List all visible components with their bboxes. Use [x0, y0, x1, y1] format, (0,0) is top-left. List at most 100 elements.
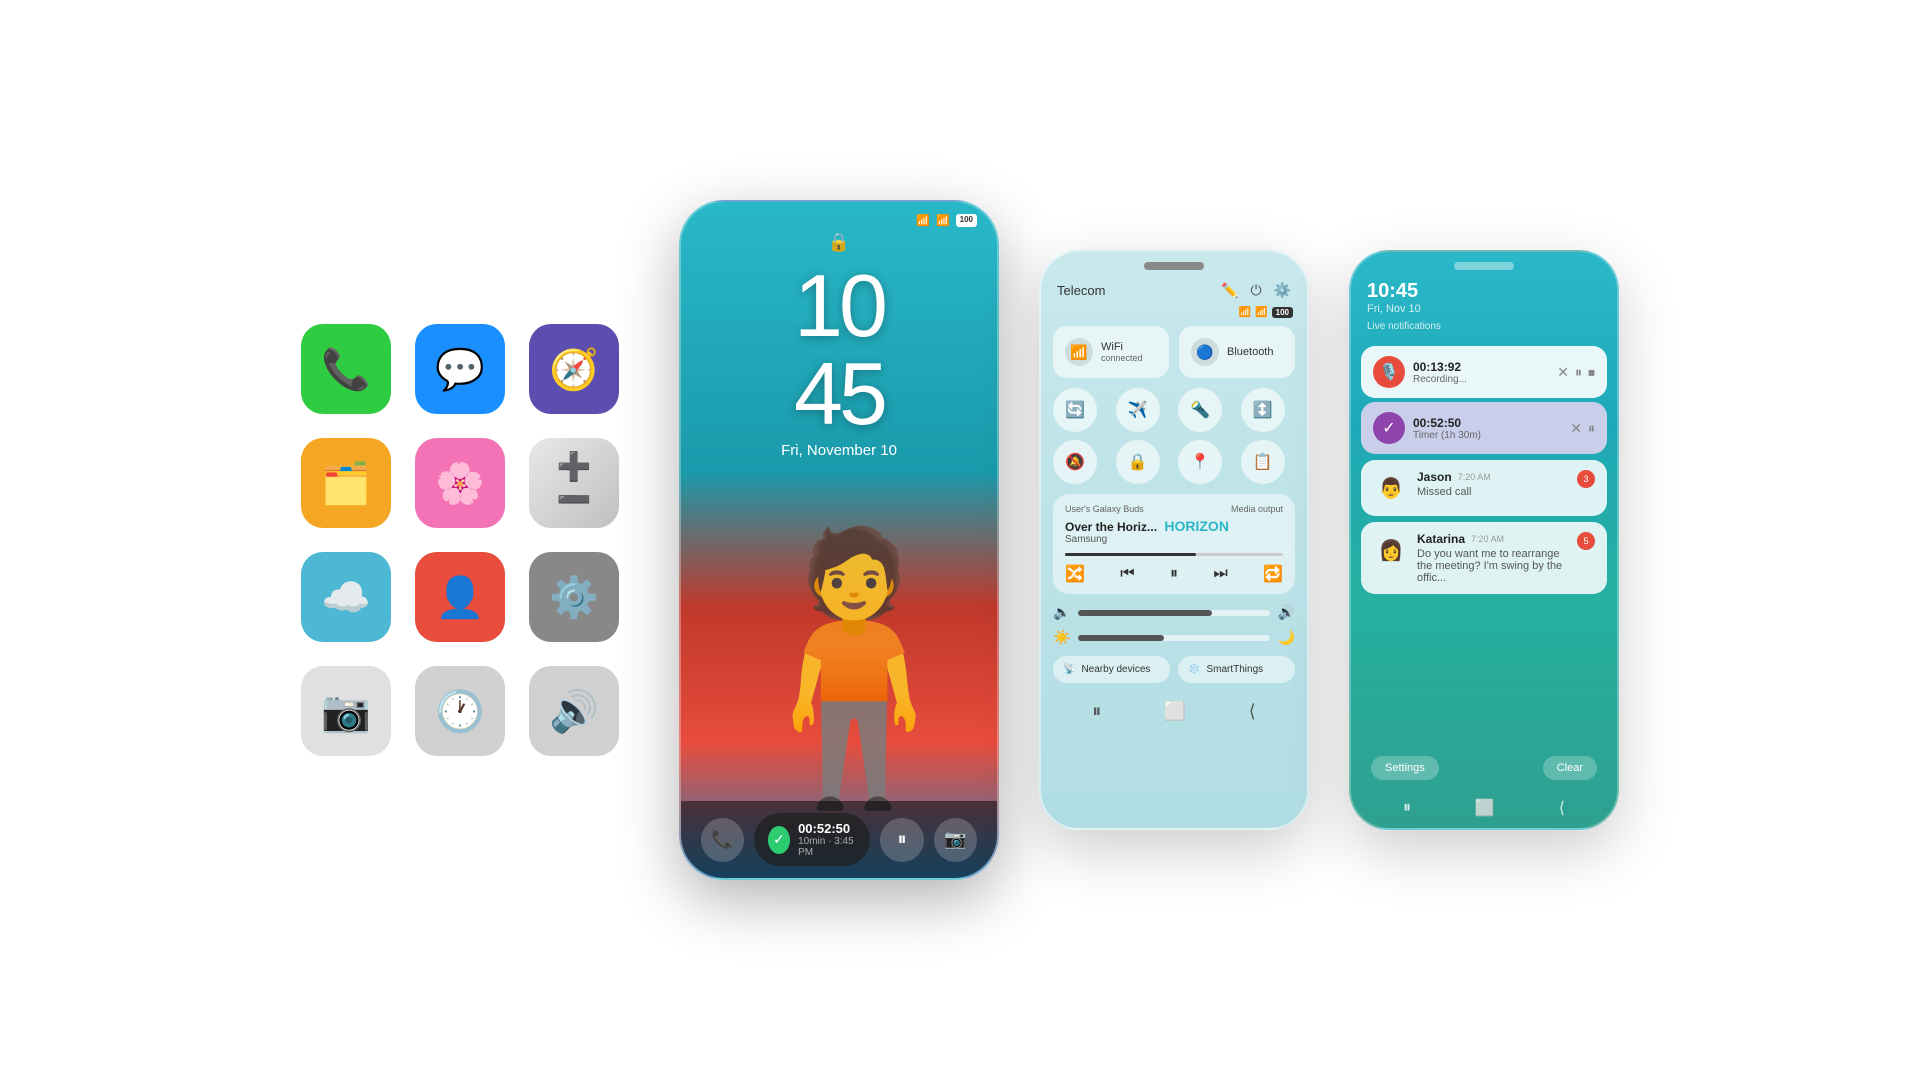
- app-calculator[interactable]: ➕➖: [529, 438, 619, 528]
- recording-actions: ✕ ⏸ ⏹: [1557, 364, 1595, 381]
- katarina-count: 5: [1577, 532, 1595, 550]
- wifi-sub: connected: [1101, 353, 1143, 363]
- timer-close[interactable]: ✕: [1570, 420, 1582, 437]
- live-label: Live notifications: [1367, 321, 1601, 332]
- torch-btn[interactable]: 🔦: [1178, 388, 1222, 432]
- cc-nav-back[interactable]: ⟨: [1249, 701, 1256, 722]
- header-icons: ✏️ ⏻ ⚙️: [1221, 282, 1291, 299]
- clock-hour: 10: [681, 262, 997, 350]
- battery-indicator: 100: [956, 214, 977, 227]
- notif-settings-btn[interactable]: Settings: [1371, 756, 1439, 780]
- volume-icon: 🔈: [1053, 604, 1070, 621]
- katarina-msg-card[interactable]: 👩 Katarina 7:20 AM Do you want me to rea…: [1361, 522, 1607, 594]
- app-speaker[interactable]: 🔊: [529, 666, 619, 756]
- brightness-track[interactable]: [1078, 635, 1269, 641]
- app-flower[interactable]: 🌸: [415, 438, 505, 528]
- battery-status: 100: [1272, 307, 1293, 318]
- jason-text: Missed call: [1417, 486, 1569, 498]
- pause-btn[interactable]: ⏸: [880, 818, 924, 862]
- media-next[interactable]: ⏭: [1213, 565, 1227, 583]
- smart-things-icon: ❄️: [1188, 664, 1200, 675]
- phone-notifications: 10:45 Fri, Nov 10 Live notifications 🎙️ …: [1349, 250, 1619, 830]
- app-safari[interactable]: 🧭: [529, 324, 619, 414]
- notif-header: 10:45 Fri, Nov 10 Live notifications: [1351, 270, 1617, 342]
- cc-icon-row-2: 🔕 🔒 📍 📋: [1041, 440, 1307, 484]
- wifi-status: 📶: [1239, 307, 1251, 318]
- media-progress-bar: [1065, 553, 1283, 556]
- nearby-devices-btn[interactable]: 📡 Nearby devices: [1053, 656, 1170, 683]
- timer-notif[interactable]: ✓ 00:52:50 Timer (1h 30m) ✕ ⏸: [1361, 402, 1607, 454]
- power-icon[interactable]: ⏻: [1250, 282, 1261, 299]
- brightness-icon: ☀️: [1053, 629, 1070, 646]
- clipboard-btn[interactable]: 📋: [1241, 440, 1285, 484]
- bluetooth-tile[interactable]: 🔵 Bluetooth: [1179, 326, 1295, 378]
- media-shuffle[interactable]: 🔀: [1065, 564, 1085, 584]
- app-files[interactable]: 🗂️: [301, 438, 391, 528]
- cc-status-icons: 📶 📶 100: [1041, 307, 1307, 322]
- notif-bottom-buttons: Settings Clear: [1351, 756, 1617, 780]
- recording-close[interactable]: ✕: [1557, 364, 1569, 381]
- wifi-tile[interactable]: 📶 WiFi connected: [1053, 326, 1169, 378]
- media-prev[interactable]: ⏮: [1120, 565, 1134, 583]
- jason-avatar: 👨: [1373, 470, 1409, 506]
- notif-nav-pause[interactable]: ⏸: [1403, 799, 1411, 817]
- volume-max-icon: 🔊: [1278, 604, 1295, 621]
- brightness-slider-row: ☀️ 🌙: [1053, 629, 1295, 646]
- edit-icon[interactable]: ✏️: [1221, 282, 1238, 299]
- app-cloud[interactable]: ☁️: [301, 552, 391, 642]
- volume-slider-row: 🔈 🔊: [1053, 604, 1295, 621]
- cc-nav-pause[interactable]: ⏸: [1092, 701, 1101, 722]
- katarina-time: 7:20 AM: [1471, 534, 1504, 544]
- notch: [1144, 262, 1204, 270]
- recording-content: 00:13:92 Recording...: [1413, 360, 1549, 385]
- lock-btn[interactable]: 🔒: [1116, 440, 1160, 484]
- jason-msg-card[interactable]: 👨 Jason 7:20 AM Missed call 3: [1361, 460, 1607, 516]
- volume-track[interactable]: [1078, 610, 1269, 616]
- camera-quick-btn[interactable]: 📷: [934, 818, 977, 862]
- notif-nav-home[interactable]: ⬜: [1475, 798, 1495, 818]
- bottom-bar: 📞 ✓ 00:52:50 10min · 3:45 PM ⏸ 📷: [681, 801, 997, 878]
- moon-icon: 🌙: [1278, 629, 1295, 646]
- jason-name: Jason: [1417, 470, 1452, 484]
- media-play-pause[interactable]: ⏸: [1170, 565, 1178, 583]
- cc-sliders: 🔈 🔊 ☀️ 🌙: [1041, 604, 1307, 646]
- location-btn[interactable]: 📍: [1178, 440, 1222, 484]
- notif-clear-btn[interactable]: Clear: [1543, 756, 1597, 780]
- recording-notif[interactable]: 🎙️ 00:13:92 Recording... ✕ ⏸ ⏹: [1361, 346, 1607, 398]
- app-grid: 📞 💬 🧭 🗂️ 🌸 ➕➖ ☁️ 👤 ⚙️ 📷 🕐 🔊: [301, 324, 619, 756]
- brightness-fill: [1078, 635, 1164, 641]
- timer-pause[interactable]: ⏸: [1588, 420, 1595, 437]
- smart-things-label: SmartThings: [1206, 664, 1263, 675]
- cc-nav-home[interactable]: ⬜: [1164, 701, 1186, 722]
- timer-icon: ✓: [768, 826, 790, 854]
- recording-sub: Recording...: [1413, 374, 1549, 385]
- wifi-label: WiFi: [1101, 341, 1143, 353]
- smart-things-btn[interactable]: ❄️ SmartThings: [1178, 656, 1295, 683]
- app-contacts[interactable]: 👤: [415, 552, 505, 642]
- recording-pause[interactable]: ⏸: [1575, 364, 1582, 381]
- rotate-btn[interactable]: 🔄: [1053, 388, 1097, 432]
- app-settings[interactable]: ⚙️: [529, 552, 619, 642]
- phone-quick-btn[interactable]: 📞: [701, 818, 744, 862]
- recording-stop[interactable]: ⏹: [1588, 364, 1595, 381]
- bluetooth-icon: 🔵: [1191, 338, 1219, 366]
- settings-icon[interactable]: ⚙️: [1274, 282, 1291, 299]
- app-camera[interactable]: 📷: [301, 666, 391, 756]
- signal-icon: 📶: [936, 214, 950, 227]
- timer-notif-content: 00:52:50 Timer (1h 30m): [1413, 416, 1562, 441]
- timer-pill[interactable]: ✓ 00:52:50 10min · 3:45 PM: [754, 813, 870, 866]
- app-clock[interactable]: 🕐: [415, 666, 505, 756]
- media-source: User's Galaxy Buds: [1065, 504, 1144, 514]
- airplane-btn[interactable]: ✈️: [1116, 388, 1160, 432]
- recording-icon: 🎙️: [1373, 356, 1405, 388]
- timer-sub: 10min · 3:45 PM: [798, 836, 856, 858]
- app-phone[interactable]: 📞: [301, 324, 391, 414]
- katarina-name: Katarina: [1417, 532, 1465, 546]
- katarina-avatar: 👩: [1373, 532, 1409, 568]
- notif-nav-back[interactable]: ⟨: [1559, 798, 1565, 818]
- transfer-btn[interactable]: ↕️: [1241, 388, 1285, 432]
- carrier-name: Telecom: [1057, 283, 1105, 298]
- media-repeat[interactable]: 🔁: [1263, 564, 1283, 584]
- app-messages[interactable]: 💬: [415, 324, 505, 414]
- sound-btn[interactable]: 🔕: [1053, 440, 1097, 484]
